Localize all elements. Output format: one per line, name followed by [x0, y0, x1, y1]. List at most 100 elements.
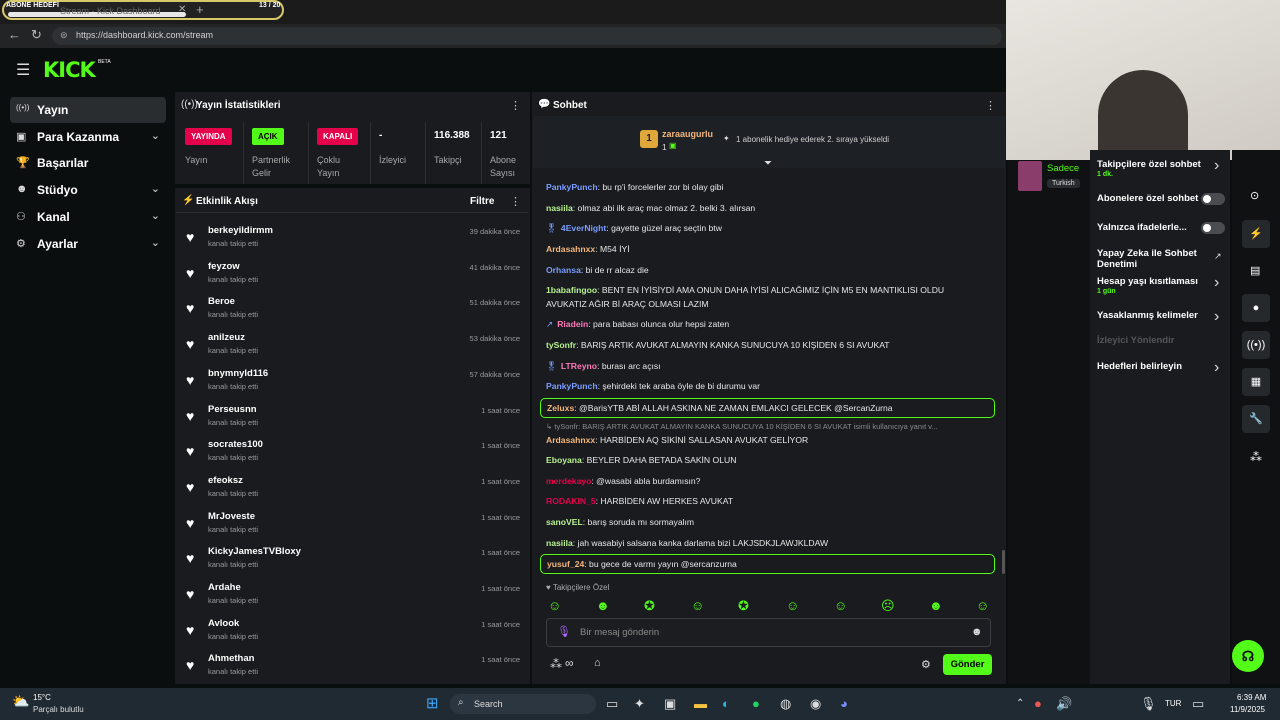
sidebar-item[interactable]: ☻ Stüdyo ⌄: [10, 177, 166, 203]
infinity-icon[interactable]: ∞: [565, 656, 574, 670]
activity-item[interactable]: ♥ Ardahe kanalı takip etti 1 saat önce: [182, 576, 526, 610]
activity-user[interactable]: berkeyildirmm: [208, 225, 273, 236]
chat-menu-icon[interactable]: ⋮: [985, 99, 996, 112]
setting-label[interactable]: Abonelere özel sohbet: [1097, 193, 1207, 204]
chat-user[interactable]: tySonfr: [546, 340, 576, 350]
taskbar-search[interactable]: [450, 694, 596, 714]
chat-user[interactable]: Riadein: [557, 319, 588, 329]
windows-start-icon[interactable]: ⊞: [426, 694, 439, 712]
activity-user[interactable]: Avlook: [208, 618, 239, 629]
bolt-icon[interactable]: ⚡: [1242, 220, 1270, 248]
setting-label[interactable]: Takipçilere özel sohbet: [1097, 159, 1207, 170]
sidebar-item[interactable]: ⚙ Ayarlar ⌄: [10, 231, 166, 257]
activity-item[interactable]: ♥ anilzeuz kanalı takip etti 53 dakika önce: [182, 326, 526, 360]
network-icon[interactable]: ▭: [1192, 696, 1204, 712]
microphone-icon[interactable]: 🎙: [557, 625, 571, 638]
activity-user[interactable]: Beroe: [208, 296, 235, 307]
stats-menu-icon[interactable]: ⋮: [510, 99, 521, 112]
activity-user[interactable]: Ahmethan: [208, 653, 254, 664]
chat-user[interactable]: PankyPunch: [546, 381, 598, 391]
setting-label[interactable]: İzleyici Yönlendir: [1097, 335, 1207, 346]
clock-time[interactable]: 6:39 AM: [1237, 693, 1266, 702]
activity-item[interactable]: ♥ Avlook kanalı takip etti 1 saat önce: [182, 612, 526, 646]
emote-icon[interactable]: ✪: [644, 598, 655, 614]
chat-user[interactable]: LTReyno: [561, 361, 597, 371]
chat-icon[interactable]: ●: [1242, 294, 1270, 322]
sidebar-item[interactable]: ▣ Para Kazanma ⌄: [10, 124, 166, 150]
emote-icon[interactable]: ☺: [548, 598, 561, 613]
toggle-switch[interactable]: [1201, 222, 1225, 234]
activity-item[interactable]: ♥ Ahmethan kanalı takip etti 1 saat önce: [182, 647, 526, 681]
chat-user[interactable]: nasiila: [546, 538, 573, 548]
emote-icon[interactable]: ☻: [596, 598, 610, 613]
emote-icon[interactable]: ☺: [834, 598, 847, 613]
pinned-user[interactable]: zaraaugurlu: [662, 129, 713, 139]
chevron-right-icon[interactable]: ›: [1214, 308, 1219, 326]
notes-icon[interactable]: ▤: [1250, 264, 1260, 277]
kick-points-icon[interactable]: ⁂: [1250, 450, 1262, 464]
store-icon[interactable]: ⌂: [594, 657, 601, 669]
browser-tab[interactable]: Stream - Kick Dashboard: [60, 6, 161, 16]
filter-button[interactable]: Filtre: [470, 196, 494, 207]
kick-points-icon[interactable]: ⁂: [550, 657, 562, 671]
setting-label[interactable]: Hesap yaşı kısıtlaması: [1097, 276, 1207, 287]
chat-user[interactable]: Orhansa: [546, 265, 581, 275]
activity-user[interactable]: Ardahe: [208, 582, 241, 593]
chat-user[interactable]: RODAKIN_5: [546, 496, 596, 506]
camera-icon[interactable]: ⊙: [1250, 189, 1259, 202]
activity-item[interactable]: ♥ bnymnyld116 kanalı takip etti 57 dakika ö…: [182, 362, 526, 396]
emote-icon[interactable]: ☺: [976, 598, 989, 613]
activity-item[interactable]: ♥ Beroe kanalı takip etti 51 dakika önce: [182, 290, 526, 324]
preview-channel[interactable]: Sadece: [1047, 163, 1079, 174]
setting-label[interactable]: Yapay Zeka ile Sohbet Denetimi: [1097, 248, 1207, 270]
activity-user[interactable]: bnymnyld116: [208, 368, 268, 379]
setting-label[interactable]: Hedefleri belirleyin: [1097, 361, 1207, 372]
activity-item[interactable]: ♥ socrates100 kanalı takip etti 1 saat önce: [182, 433, 526, 467]
emote-icon[interactable]: ✪: [738, 598, 749, 614]
discord-icon[interactable]: ◕: [840, 696, 848, 711]
setting-label[interactable]: Yasaklanmış kelimeler: [1097, 310, 1207, 321]
tray-app-icon[interactable]: ●: [1034, 696, 1042, 711]
volume-icon[interactable]: 🔊: [1056, 696, 1072, 712]
broadcast-icon[interactable]: ((•)): [1242, 331, 1270, 359]
activity-item[interactable]: ♥ MrJoveste kanalı takip etti 1 saat önce: [182, 505, 526, 539]
chat-user[interactable]: Eboyana: [546, 455, 582, 465]
tray-chevron-icon[interactable]: ⌃: [1016, 698, 1024, 709]
chat-settings-icon[interactable]: ⚙: [921, 658, 931, 671]
chevron-right-icon[interactable]: ›: [1214, 157, 1219, 175]
toggle-switch[interactable]: [1201, 193, 1225, 205]
chat-user[interactable]: nasiila: [546, 203, 573, 213]
layout-icon[interactable]: ▦: [1242, 368, 1270, 396]
activity-item[interactable]: ♥ efeoksz kanalı takip etti 1 saat önce: [182, 469, 526, 503]
chat-user[interactable]: yusuf_24: [547, 559, 584, 569]
activity-item[interactable]: ♥ KickyJamesTVBloxy kanalı takip etti 1 saa…: [182, 540, 526, 574]
activity-user[interactable]: Perseusnn: [208, 404, 257, 415]
activity-user[interactable]: anilzeuz: [208, 332, 245, 343]
chat-user[interactable]: sanoVEL: [546, 517, 583, 527]
activity-menu-icon[interactable]: ⋮: [510, 195, 521, 208]
kick-logo[interactable]: KICK: [43, 58, 96, 82]
chat-user[interactable]: merdekayo: [546, 476, 591, 486]
activity-user[interactable]: feyzow: [208, 261, 240, 272]
weather-icon[interactable]: ⛅: [12, 693, 29, 710]
keyboard-language[interactable]: TUR: [1165, 699, 1181, 708]
chevron-right-icon[interactable]: ›: [1214, 274, 1219, 292]
collapse-icon[interactable]: ⏷: [764, 158, 772, 169]
wrench-icon[interactable]: 🔧: [1242, 405, 1270, 433]
chat-user[interactable]: PankyPunch: [546, 182, 598, 192]
setting-label[interactable]: Yalnızca ifadelerle...: [1097, 222, 1207, 233]
activity-user[interactable]: MrJoveste: [208, 511, 255, 522]
chat-scrollbar[interactable]: [1002, 550, 1005, 574]
chat-user[interactable]: Ardasahnxx: [546, 435, 595, 445]
emote-icon[interactable]: ☺: [786, 598, 799, 613]
channel-thumbnail[interactable]: [1018, 161, 1042, 191]
microphone-icon[interactable]: 🎙: [1140, 696, 1157, 712]
sidebar-item[interactable]: 🏆 Başarılar: [10, 150, 166, 176]
emote-icon[interactable]: ☺: [691, 598, 704, 613]
chat-user[interactable]: Ardasahnxx: [546, 244, 595, 254]
sidebar-item[interactable]: ((•)) Yayın: [10, 97, 166, 123]
spotify-icon[interactable]: ●: [752, 696, 760, 711]
activity-item[interactable]: ♥ feyzow kanalı takip etti 41 dakika önce: [182, 255, 526, 289]
file-explorer-icon[interactable]: ▬: [694, 696, 707, 711]
store-app-icon[interactable]: ▣: [664, 696, 676, 712]
